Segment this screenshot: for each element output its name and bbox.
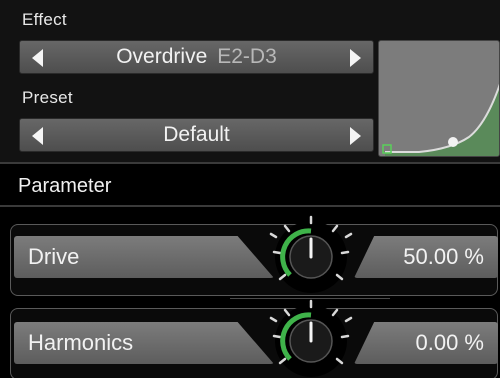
transfer-curve-graph bbox=[382, 83, 499, 156]
preset-name: Default bbox=[163, 123, 230, 146]
harmonics-knob[interactable] bbox=[268, 298, 354, 378]
effect-prev-arrow-icon[interactable] bbox=[32, 49, 43, 67]
curve-fill bbox=[385, 86, 499, 156]
effect-name: Overdrive bbox=[116, 45, 208, 68]
effect-panel: Effect Overdrive E2-D3 Preset Default bbox=[0, 0, 500, 162]
preset-selector[interactable]: Default bbox=[19, 118, 374, 152]
curve-handle-icon[interactable] bbox=[448, 137, 458, 147]
section-divider bbox=[0, 205, 500, 207]
preset-label: Preset bbox=[22, 88, 73, 107]
drive-knob[interactable] bbox=[268, 214, 354, 300]
parameter-section-title: Parameter bbox=[18, 175, 112, 197]
preset-prev-arrow-icon[interactable] bbox=[32, 127, 43, 145]
effect-selector[interactable]: Overdrive E2-D3 bbox=[19, 40, 374, 74]
effect-label: Effect bbox=[22, 10, 67, 29]
parameter-label-harmonics: Harmonics bbox=[14, 322, 274, 364]
parameter-label-drive: Drive bbox=[14, 236, 274, 278]
section-divider bbox=[0, 162, 500, 164]
effect-next-arrow-icon[interactable] bbox=[350, 49, 361, 67]
effect-range: E2-D3 bbox=[217, 45, 277, 68]
parameter-value-drive[interactable]: 50.00 % bbox=[354, 236, 498, 278]
preset-next-arrow-icon[interactable] bbox=[350, 127, 361, 145]
transfer-curve-display[interactable] bbox=[378, 40, 500, 157]
parameter-value-harmonics[interactable]: 0.00 % bbox=[354, 322, 498, 364]
